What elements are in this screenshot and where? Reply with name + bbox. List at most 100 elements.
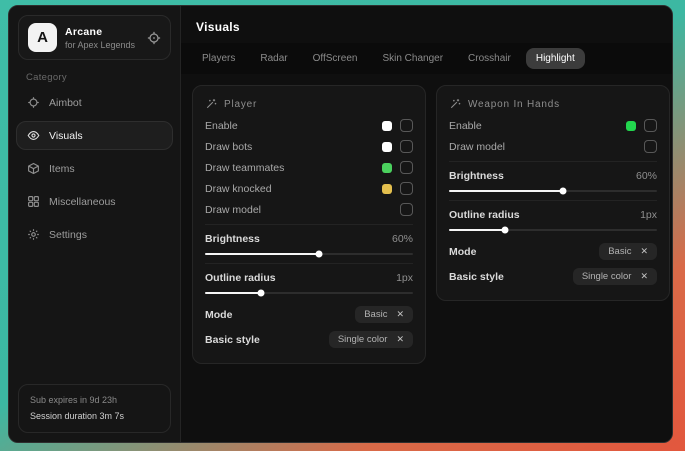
slider-thumb[interactable] xyxy=(316,251,323,258)
sidebar-item-visuals[interactable]: Visuals xyxy=(16,121,173,150)
setting-row: Draw teammates xyxy=(205,157,413,178)
tag-pill[interactable]: Basic✕ xyxy=(355,306,413,323)
setting-row: Enable xyxy=(205,115,413,136)
checkbox[interactable] xyxy=(400,182,413,195)
sidebar-item-aimbot[interactable]: Aimbot xyxy=(16,88,173,117)
target-icon[interactable] xyxy=(147,31,161,45)
desktop-background: { "colors": { "bg_teal": "#3fbda7", "bg_… xyxy=(0,0,685,451)
wand-icon xyxy=(205,98,217,110)
checkbox[interactable] xyxy=(400,161,413,174)
checkbox[interactable] xyxy=(644,140,657,153)
sidebar-item-miscellaneous[interactable]: Miscellaneous xyxy=(16,187,173,216)
slider-label: Outline radius xyxy=(205,272,276,284)
tag-remove-icon[interactable]: ✕ xyxy=(396,309,404,320)
subscription-info: Sub expires in 9d 23h Session duration 3… xyxy=(18,384,171,433)
setting-label: Draw model xyxy=(449,141,505,153)
panel-title: Player xyxy=(224,99,257,110)
slider-value: 1px xyxy=(640,209,657,221)
tag-remove-icon[interactable]: ✕ xyxy=(640,271,648,282)
tab-radar[interactable]: Radar xyxy=(250,48,297,69)
sidebar-item-label: Visuals xyxy=(49,130,83,142)
setting-row: Draw bots xyxy=(205,136,413,157)
slider-track[interactable] xyxy=(449,190,657,192)
setting-row: Draw knocked xyxy=(205,178,413,199)
color-swatch[interactable] xyxy=(626,121,636,131)
checkbox[interactable] xyxy=(400,203,413,216)
setting-label: Enable xyxy=(449,120,482,132)
gear-icon xyxy=(27,228,40,241)
tab-players[interactable]: Players xyxy=(192,48,245,69)
tag-setting-row: ModeBasic✕ xyxy=(449,239,657,264)
content-area: PlayerEnableDraw botsDraw teammatesDraw … xyxy=(181,74,673,375)
setting-row: Draw model xyxy=(449,136,657,157)
slider-thumb[interactable] xyxy=(258,290,265,297)
sidebar-item-items[interactable]: Items xyxy=(16,154,173,183)
slider-track[interactable] xyxy=(205,253,413,255)
setting-label: Draw model xyxy=(205,204,261,216)
slider-thumb[interactable] xyxy=(502,227,509,234)
sidebar-header: A Arcane for Apex Legends xyxy=(18,15,171,60)
slider-label: Brightness xyxy=(449,170,504,182)
slider-row: Brightness 60% xyxy=(205,229,413,248)
slider-fill xyxy=(449,190,563,192)
checkbox[interactable] xyxy=(400,140,413,153)
tag-pill[interactable]: Single color ✕ xyxy=(329,331,413,348)
tag-value: Single color xyxy=(338,334,388,345)
tab-crosshair[interactable]: Crosshair xyxy=(458,48,521,69)
setting-label: Mode xyxy=(205,309,232,321)
slider-value: 60% xyxy=(392,233,413,245)
slider-label: Brightness xyxy=(205,233,260,245)
checkbox[interactable] xyxy=(644,119,657,132)
category-label: Category xyxy=(26,72,163,83)
setting-controls xyxy=(382,119,413,132)
tag-value: Single color xyxy=(582,271,632,282)
tag-remove-icon[interactable]: ✕ xyxy=(640,246,648,257)
panel-divider xyxy=(449,161,657,162)
sidebar-item-label: Aimbot xyxy=(49,97,82,109)
tab-skin-changer[interactable]: Skin Changer xyxy=(372,48,453,69)
tag-setting-row: Basic style Single color ✕ xyxy=(449,264,657,289)
app-name: Arcane xyxy=(65,26,139,38)
color-swatch[interactable] xyxy=(382,121,392,131)
sidebar-item-label: Settings xyxy=(49,229,87,241)
tag-value: Basic xyxy=(608,246,631,257)
color-swatch[interactable] xyxy=(382,184,392,194)
setting-label: Basic style xyxy=(205,334,260,346)
tab-highlight[interactable]: Highlight xyxy=(526,48,585,69)
checkbox[interactable] xyxy=(400,119,413,132)
slider-label: Outline radius xyxy=(449,209,520,221)
setting-label: Draw teammates xyxy=(205,162,284,174)
color-swatch[interactable] xyxy=(382,142,392,152)
sub-expires-text: Sub expires in 9d 23h xyxy=(30,393,159,408)
tag-remove-icon[interactable]: ✕ xyxy=(396,334,404,345)
slider-fill xyxy=(205,292,261,294)
setting-controls xyxy=(644,140,657,153)
color-swatch[interactable] xyxy=(382,163,392,173)
setting-controls xyxy=(382,161,413,174)
slider-track[interactable] xyxy=(205,292,413,294)
tag-setting-row: Basic style Single color ✕ xyxy=(205,327,413,352)
panel-header: Weapon In Hands xyxy=(449,89,657,115)
tab-offscreen[interactable]: OffScreen xyxy=(303,48,368,69)
setting-label: Basic style xyxy=(449,271,504,283)
slider-fill xyxy=(449,229,505,231)
slider-fill xyxy=(205,253,319,255)
panel-divider xyxy=(205,224,413,225)
tag-pill[interactable]: Single color ✕ xyxy=(573,268,657,285)
slider-track[interactable] xyxy=(449,229,657,231)
page-title: Visuals xyxy=(181,6,673,43)
sidebar: A Arcane for Apex Legends Category Aimbo… xyxy=(9,6,180,442)
tag-pill[interactable]: Basic ✕ xyxy=(599,243,657,260)
slider-row: Outline radius 1px xyxy=(449,205,657,224)
eye-icon xyxy=(27,129,40,142)
slider-value: 60% xyxy=(636,170,657,182)
panel-player: Player EnableDraw bots Draw teammates Draw … xyxy=(192,85,426,364)
panel-weapon-in-hands: Weapon In Hands Enable Draw model Brightnes… xyxy=(436,85,670,301)
app-logo: A xyxy=(28,23,57,52)
tag-setting-row: Mode Basic✕ xyxy=(205,302,413,327)
setting-controls xyxy=(626,119,657,132)
sidebar-item-settings[interactable]: Settings xyxy=(16,220,173,249)
slider-row: Brightness 60% xyxy=(449,166,657,185)
slider-thumb[interactable] xyxy=(560,188,567,195)
panel-divider xyxy=(449,200,657,201)
